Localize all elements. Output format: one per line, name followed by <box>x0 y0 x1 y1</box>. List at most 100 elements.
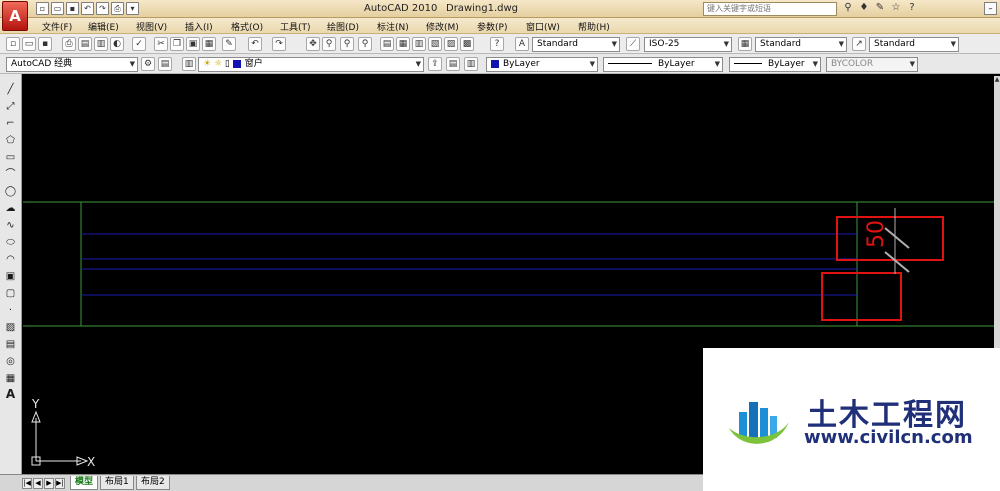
search-input[interactable]: 键入关键字或短语 <box>703 2 837 16</box>
help-icon[interactable]: ? <box>906 2 918 15</box>
circle-icon[interactable]: ◯ <box>3 184 18 199</box>
revision-cloud-icon[interactable]: ☁ <box>3 201 18 216</box>
last-tab-icon[interactable]: ▶| <box>55 478 65 489</box>
make-block-icon[interactable]: ▢ <box>3 286 18 301</box>
gradient-icon[interactable]: ▤ <box>3 337 18 352</box>
properties-icon[interactable]: ▤ <box>380 37 394 51</box>
table-style-value: Standard <box>760 39 801 49</box>
color-select[interactable]: ByLayer ▼ <box>486 57 598 72</box>
point-icon[interactable]: · <box>3 303 18 318</box>
layer-select[interactable]: ☀ ☼ ▯ 窗户 ▼ <box>198 57 424 72</box>
text-style-select[interactable]: Standard ▼ <box>532 37 620 52</box>
copy-icon[interactable]: ❐ <box>170 37 184 51</box>
spline-icon[interactable]: ∿ <box>3 218 18 233</box>
line-icon[interactable]: ╱ <box>3 82 18 97</box>
tool-palettes-icon[interactable]: ▥ <box>412 37 426 51</box>
dim-style-select[interactable]: ISO-25 ▼ <box>644 37 732 52</box>
minimize-icon[interactable]: – <box>984 2 997 15</box>
lock-icon: ▯ <box>224 59 230 69</box>
layer-manager-icon[interactable]: ▥ <box>182 57 196 71</box>
region-icon[interactable]: ◎ <box>3 354 18 369</box>
workspace-select[interactable]: AutoCAD 经典 ▼ <box>6 57 138 72</box>
paste-special-icon[interactable]: ▦ <box>202 37 216 51</box>
quickcalc-icon[interactable]: ▩ <box>460 37 474 51</box>
construction-line-icon[interactable]: ⤢ <box>3 99 18 114</box>
table-icon[interactable]: ▦ <box>3 371 18 386</box>
menu-dimension[interactable]: 标注(N) <box>377 20 409 33</box>
tab-layout1[interactable]: 布局1 <box>100 476 134 490</box>
tab-layout2[interactable]: 布局2 <box>136 476 170 490</box>
menu-format[interactable]: 格式(O) <box>231 20 263 33</box>
save-icon[interactable]: ▪ <box>38 37 52 51</box>
menu-edit[interactable]: 编辑(E) <box>88 20 119 33</box>
menu-help[interactable]: 帮助(H) <box>578 20 610 33</box>
first-tab-icon[interactable]: |◀ <box>22 478 32 489</box>
polygon-icon[interactable]: ⬠ <box>3 133 18 148</box>
table-style-select[interactable]: Standard ▼ <box>755 37 847 52</box>
insert-block-icon[interactable]: ▣ <box>3 269 18 284</box>
sheet-set-icon[interactable]: ▧ <box>428 37 442 51</box>
arc-icon[interactable]: ⌒ <box>3 167 18 182</box>
3d-dwf-icon[interactable]: ◐ <box>110 37 124 51</box>
redo-icon[interactable]: ↷ <box>96 2 109 15</box>
paste-icon[interactable]: ▣ <box>186 37 200 51</box>
menu-draw[interactable]: 绘图(D) <box>327 20 359 33</box>
save-icon[interactable]: ▪ <box>66 2 79 15</box>
cut-icon[interactable]: ✂ <box>154 37 168 51</box>
menu-parametric[interactable]: 参数(P) <box>477 20 507 33</box>
ellipse-icon[interactable]: ⬭ <box>3 235 18 250</box>
layer-state-icon[interactable]: ▥ <box>464 57 478 71</box>
redo-icon[interactable]: ↷ <box>272 37 286 51</box>
menu-view[interactable]: 视图(V) <box>136 20 167 33</box>
plotstyle-select[interactable]: BYCOLOR ▼ <box>826 57 918 72</box>
plot-icon[interactable]: ⎙ <box>62 37 76 51</box>
linetype-select[interactable]: ByLayer ▼ <box>603 57 723 72</box>
menu-tools[interactable]: 工具(T) <box>280 20 311 33</box>
multiline-text-icon[interactable]: A <box>3 387 18 402</box>
help-icon[interactable]: ? <box>490 37 504 51</box>
menu-file[interactable]: 文件(F) <box>42 20 72 33</box>
hatch-icon[interactable]: ▨ <box>3 320 18 335</box>
ellipse-arc-icon[interactable]: ◠ <box>3 252 18 267</box>
new-icon[interactable]: ▫ <box>6 37 20 51</box>
make-current-icon[interactable]: ⇪ <box>428 57 442 71</box>
open-icon[interactable]: ▭ <box>22 37 36 51</box>
design-center-icon[interactable]: ▦ <box>396 37 410 51</box>
polyline-icon[interactable]: ⌐ <box>3 116 18 131</box>
brush-icon[interactable]: ✎ <box>222 37 236 51</box>
chevron-down-icon[interactable]: ▾ <box>126 2 139 15</box>
zoom-previous-icon[interactable]: ⚲ <box>358 37 372 51</box>
workspace-settings-icon[interactable]: ▤ <box>158 57 172 71</box>
zoom-window-icon[interactable]: ⚲ <box>340 37 354 51</box>
tab-model[interactable]: 模型 <box>70 476 99 490</box>
menu-insert[interactable]: 插入(I) <box>185 20 213 33</box>
rectangle-icon[interactable]: ▭ <box>3 150 18 165</box>
binoculars-icon[interactable]: ⚲ <box>842 2 854 15</box>
watermark: 土木工程网 www.civilcn.com <box>703 348 1000 491</box>
gear-icon[interactable]: ⚙ <box>141 57 155 71</box>
application-menu-button[interactable]: A <box>2 1 28 31</box>
print-icon[interactable]: ⎙ <box>111 2 124 15</box>
publish-icon[interactable]: ▥ <box>94 37 108 51</box>
menu-modify[interactable]: 修改(M) <box>426 20 459 33</box>
tools-icon[interactable]: ✎ <box>874 2 886 15</box>
lineweight-select[interactable]: ByLayer ▼ <box>729 57 821 72</box>
multileader-style-select[interactable]: Standard ▼ <box>869 37 959 52</box>
layer-previous-icon[interactable]: ▤ <box>446 57 460 71</box>
new-file-icon[interactable]: ▫ <box>36 2 49 15</box>
menu-window[interactable]: 窗口(W) <box>526 20 560 33</box>
undo-icon[interactable]: ↶ <box>81 2 94 15</box>
subscription-icon[interactable]: ♦ <box>858 2 870 15</box>
zoom-realtime-icon[interactable]: ⚲ <box>322 37 336 51</box>
plot-preview-icon[interactable]: ▤ <box>78 37 92 51</box>
markup-icon[interactable]: ▨ <box>444 37 458 51</box>
open-file-icon[interactable]: ▭ <box>51 2 64 15</box>
favorites-icon[interactable]: ☆ <box>890 2 902 15</box>
prev-tab-icon[interactable]: ◀ <box>33 478 43 489</box>
pan-icon[interactable]: ✥ <box>306 37 320 51</box>
match-properties-icon[interactable]: ✓ <box>132 37 146 51</box>
undo-icon[interactable]: ↶ <box>248 37 262 51</box>
dimension-tick-2 <box>884 251 910 273</box>
next-tab-icon[interactable]: ▶ <box>44 478 54 489</box>
scroll-up-icon[interactable]: ▲ <box>994 76 1000 84</box>
